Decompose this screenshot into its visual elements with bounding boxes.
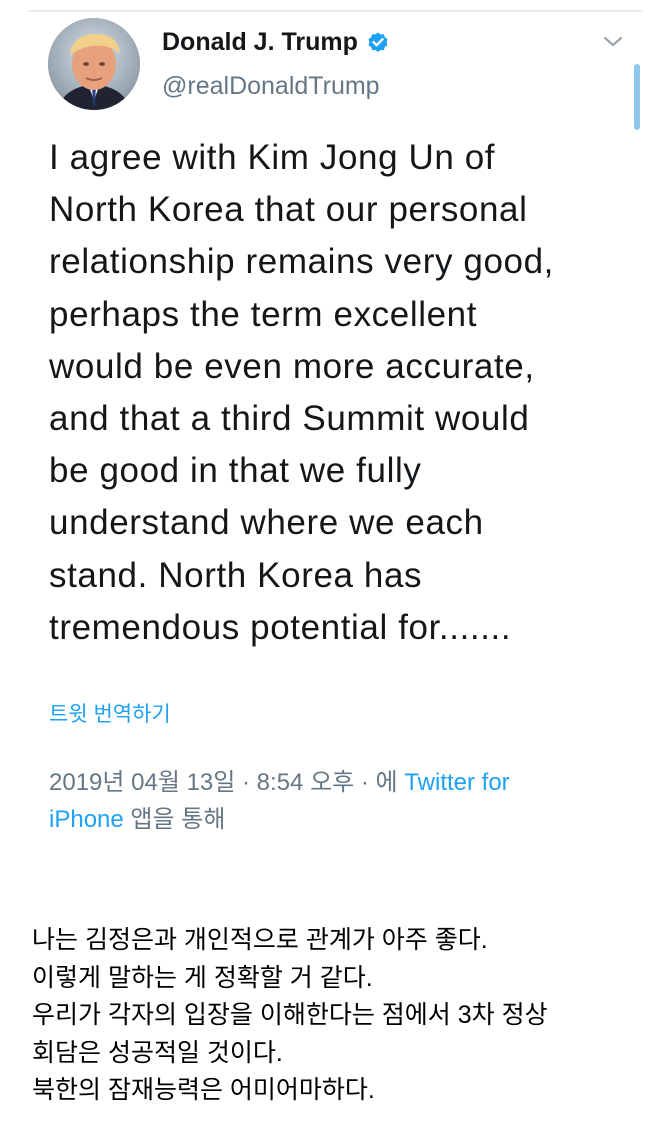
tweet-meta-row-2: iPhone 앱을 통해 bbox=[49, 801, 629, 838]
tweet-text-line: tremendous potential for....... bbox=[49, 607, 512, 647]
verified-badge-icon bbox=[366, 31, 390, 55]
avatar-portrait bbox=[48, 18, 140, 110]
tweet-text-line: would be even more accurate, bbox=[49, 346, 535, 386]
tweet-text-line: understand where we each bbox=[49, 503, 484, 543]
caption-line: 이렇게 말하는 게 정확할 거 같다. bbox=[32, 963, 373, 992]
avatar[interactable] bbox=[48, 18, 140, 110]
tweet-text-line: and that a third Summit would bbox=[49, 399, 530, 439]
scrollbar-thumb[interactable] bbox=[634, 64, 640, 130]
translate-tweet-link[interactable]: 트윗 번역하기 bbox=[49, 698, 171, 728]
chevron-down-icon[interactable] bbox=[600, 32, 626, 52]
caption-line: 우리가 각자의 입장을 이해한다는 점에서 3차 정상 bbox=[32, 1001, 548, 1030]
tweet-meta-row-1: 2019년 04월 13일 · 8:54 오후 · 에 Twitter for bbox=[49, 764, 629, 801]
tweet-meta: 2019년 04월 13일 · 8:54 오후 · 에 Twitter for … bbox=[49, 764, 629, 838]
tweet-text-line: North Korea that our personal bbox=[49, 190, 528, 230]
tweet-source-link[interactable]: Twitter for bbox=[404, 769, 509, 796]
tweet-text-line: stand. North Korea has bbox=[49, 555, 423, 595]
tweet-text-line: perhaps the term excellent bbox=[49, 294, 478, 334]
korean-caption: 나는 김정은과 개인적으로 관계가 아주 좋다. 이렇게 말하는 게 정확할 거… bbox=[32, 922, 652, 1110]
tweet-card: Donald J. Trump @realDonaldTrump I agree… bbox=[0, 0, 670, 880]
author-handle[interactable]: @realDonaldTrump bbox=[162, 72, 380, 101]
caption-line: 회담은 성공적일 것이다. bbox=[32, 1038, 283, 1067]
tweet-body: I agree with Kim Jong Un of North Korea … bbox=[49, 132, 639, 654]
author-display-name[interactable]: Donald J. Trump bbox=[162, 28, 358, 57]
caption-line: 북한의 잠재능력은 어미어마하다. bbox=[32, 1076, 375, 1105]
tweet-source-suffix: 앱을 통해 bbox=[130, 806, 226, 833]
tweet-text-line: I agree with Kim Jong Un of bbox=[49, 138, 496, 177]
tweet-text-line: relationship remains very good, bbox=[49, 242, 554, 282]
tweet-timestamp[interactable]: 2019년 04월 13일 · 8:54 오후 · 에 bbox=[49, 769, 398, 796]
tweet-text-line: be good in that we fully bbox=[49, 451, 422, 491]
author-name-row[interactable]: Donald J. Trump bbox=[162, 28, 390, 57]
caption-line: 나는 김정은과 개인적으로 관계가 아주 좋다. bbox=[32, 926, 488, 954]
tweet-source-link-cont[interactable]: iPhone bbox=[49, 806, 124, 833]
